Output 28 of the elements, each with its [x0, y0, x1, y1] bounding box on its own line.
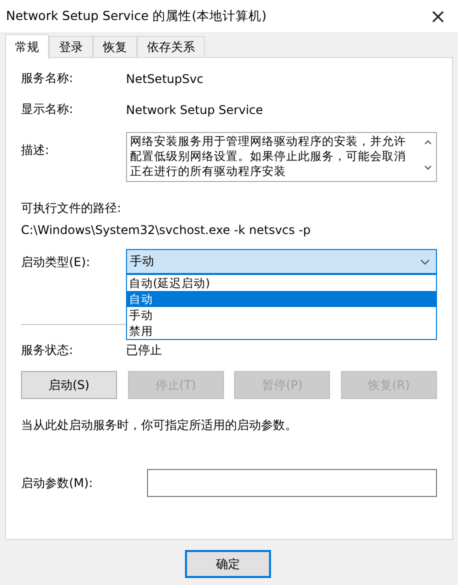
- tab[interactable]: 恢复: [93, 36, 137, 58]
- status-value: 已停止: [126, 342, 162, 359]
- startup-type-dropdown[interactable]: 手动: [126, 249, 437, 274]
- field-label: 显示名称:: [21, 101, 74, 118]
- dropdown-option[interactable]: 手动: [127, 307, 436, 323]
- service-button[interactable]: 启动(S): [21, 371, 117, 399]
- field-label: 可执行文件的路径:: [21, 200, 122, 217]
- tab[interactable]: 依存关系: [137, 36, 205, 58]
- path-text: C:\Windows\System32\svchost.exe -k netsvcs -p: [21, 223, 312, 237]
- field-label: 启动类型(E):: [21, 254, 91, 271]
- chevron-down-icon: [420, 258, 430, 264]
- description-box[interactable]: 网络安装服务用于管理网络驱动程序的安装，并允许配置低级别网络设置。如果停止此服务，可能会取消正在进行的所有驱动程序安装: [126, 132, 437, 182]
- hint-text: 当从此处启动服务时，你可指定所适用的启动参数。: [21, 417, 298, 434]
- field-label: 描述:: [21, 142, 50, 159]
- window-title: Network Setup Service 的属性(本地计算机): [6, 8, 266, 24]
- parameters-input[interactable]: [147, 469, 437, 497]
- dropdown-option[interactable]: 自动(延迟启动): [127, 275, 436, 291]
- dropdown-option[interactable]: 禁用: [127, 323, 436, 339]
- close-button[interactable]: ×: [418, 0, 458, 32]
- field-label: 启动参数(M):: [21, 474, 94, 492]
- ok-button[interactable]: 确定: [185, 550, 271, 578]
- field-value: Network Setup Service: [126, 102, 264, 116]
- field-label: 服务名称:: [21, 70, 74, 87]
- field-value: NetSetupSvc: [126, 72, 204, 86]
- tab[interactable]: 常规: [5, 34, 49, 59]
- field-label: 服务状态:: [21, 342, 74, 359]
- dropdown-option[interactable]: 自动: [127, 291, 436, 307]
- tab[interactable]: 登录: [49, 36, 93, 58]
